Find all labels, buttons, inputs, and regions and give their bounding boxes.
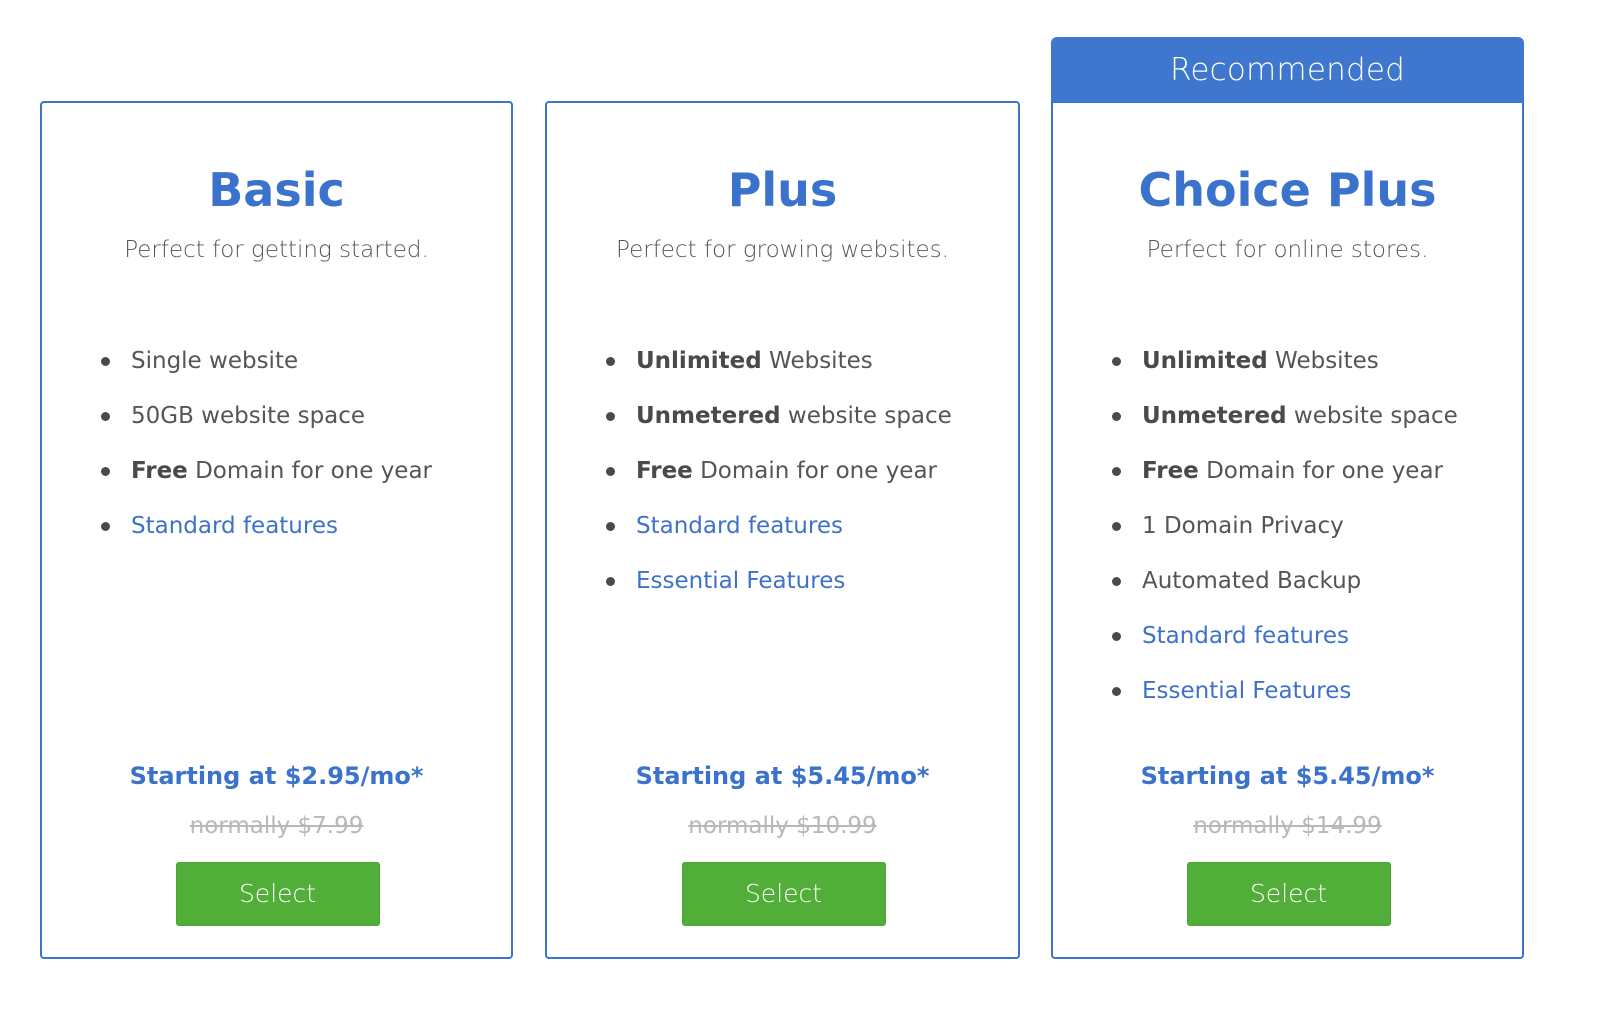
bullet-icon: [1112, 687, 1121, 696]
feature-text: Domain for one year: [692, 458, 938, 484]
feature-item: Free Domain for one year: [1110, 451, 1512, 506]
feature-highlight: Free: [1142, 458, 1199, 484]
feature-highlight: Unmetered: [1142, 403, 1287, 429]
plan-name: Basic: [208, 163, 345, 217]
plan-description: Perfect for getting started.: [124, 237, 429, 263]
plan-description: Perfect for growing websites.: [616, 237, 949, 263]
plan-name: Plus: [727, 163, 838, 217]
feature-text: Websites: [761, 348, 873, 374]
select-plus-button[interactable]: Select: [681, 862, 886, 926]
plan-card-plus: Plus Perfect for growing websites. Unlim…: [545, 101, 1020, 959]
bullet-icon: [1112, 522, 1121, 531]
feature-item: Free Domain for one year: [604, 451, 1008, 506]
select-choice-plus-button[interactable]: Select: [1186, 862, 1391, 926]
feature-link[interactable]: Standard features: [636, 513, 843, 539]
feature-highlight: Free: [636, 458, 693, 484]
feature-text: 50GB website space: [131, 403, 366, 429]
bullet-icon: [606, 412, 615, 421]
feature-item: 1 Domain Privacy: [1110, 506, 1512, 561]
feature-text: website space: [780, 403, 952, 429]
feature-text: Domain for one year: [1198, 458, 1444, 484]
feature-link[interactable]: Standard features: [131, 513, 338, 539]
bullet-icon: [606, 577, 615, 586]
plan-name: Choice Plus: [1138, 163, 1437, 217]
feature-text: Websites: [1267, 348, 1379, 374]
normal-price: normally $14.99: [1193, 813, 1382, 839]
feature-item: Free Domain for one year: [99, 451, 501, 506]
feature-text: Single website: [131, 348, 299, 374]
feature-highlight: Unlimited: [636, 348, 762, 374]
normal-price: normally $7.99: [189, 813, 364, 839]
bullet-icon: [101, 522, 110, 531]
feature-highlight: Unmetered: [636, 403, 781, 429]
feature-highlight: Free: [131, 458, 188, 484]
starting-price: Starting at $2.95/mo*: [129, 762, 424, 790]
feature-item: Essential Features: [1110, 671, 1512, 726]
feature-text: website space: [1286, 403, 1458, 429]
feature-item: Standard features: [1110, 616, 1512, 671]
recommended-banner: Recommended: [1051, 37, 1524, 102]
feature-item: Essential Features: [604, 561, 1008, 616]
feature-text: Automated Backup: [1142, 568, 1362, 594]
feature-link[interactable]: Standard features: [1142, 623, 1349, 649]
feature-link[interactable]: Essential Features: [1142, 678, 1351, 704]
feature-link[interactable]: Essential Features: [636, 568, 845, 594]
feature-highlight: Unlimited: [1142, 348, 1268, 374]
feature-item: Unmetered website space: [604, 396, 1008, 451]
feature-list: Unlimited Websites Unmetered website spac…: [604, 341, 1008, 616]
plan-description: Perfect for online stores.: [1146, 237, 1429, 263]
bullet-icon: [1112, 412, 1121, 421]
feature-text: 1 Domain Privacy: [1142, 513, 1344, 539]
bullet-icon: [1112, 357, 1121, 366]
bullet-icon: [1112, 632, 1121, 641]
feature-item: Single website: [99, 341, 501, 396]
starting-price: Starting at $5.45/mo*: [1140, 762, 1435, 790]
feature-item: Unlimited Websites: [1110, 341, 1512, 396]
bullet-icon: [101, 412, 110, 421]
bullet-icon: [1112, 467, 1121, 476]
bullet-icon: [606, 357, 615, 366]
pricing-page: Recommended Basic Perfect for getting st…: [0, 0, 1600, 1032]
plan-card-choice-plus: Choice Plus Perfect for online stores. U…: [1051, 101, 1524, 959]
feature-item: 50GB website space: [99, 396, 501, 451]
feature-item: Standard features: [604, 506, 1008, 561]
feature-item: Unlimited Websites: [604, 341, 1008, 396]
starting-price: Starting at $5.45/mo*: [635, 762, 930, 790]
feature-item: Unmetered website space: [1110, 396, 1512, 451]
bullet-icon: [606, 522, 615, 531]
feature-list: Single website 50GB website space Free Dom…: [99, 341, 501, 561]
feature-item: Automated Backup: [1110, 561, 1512, 616]
plan-card-basic: Basic Perfect for getting started. Singl…: [40, 101, 513, 959]
bullet-icon: [101, 357, 110, 366]
normal-price: normally $10.99: [688, 813, 877, 839]
select-basic-button[interactable]: Select: [175, 862, 380, 926]
bullet-icon: [606, 467, 615, 476]
bullet-icon: [101, 467, 110, 476]
feature-text: Domain for one year: [187, 458, 433, 484]
bullet-icon: [1112, 577, 1121, 586]
feature-list: Unlimited Websites Unmetered website spac…: [1110, 341, 1512, 726]
feature-item: Standard features: [99, 506, 501, 561]
